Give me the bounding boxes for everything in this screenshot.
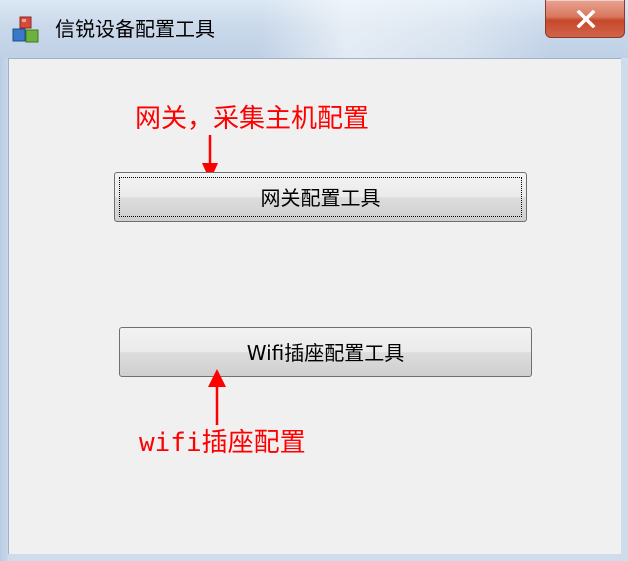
close-icon [576,10,596,28]
wifi-socket-config-button-label: Wifi插座配置工具 [246,341,405,365]
gateway-config-button-label: 网关配置工具 [260,186,381,210]
wifi-arrow-icon [208,369,226,425]
title-bar-glass [260,0,550,58]
title-bar[interactable]: 信锐设备配置工具 [0,0,628,58]
close-button[interactable] [545,0,625,38]
window-frame-left [0,58,8,561]
wifi-annotation: wifi插座配置 [139,428,306,458]
window-title: 信锐设备配置工具 [55,17,215,41]
gateway-config-button[interactable]: 网关配置工具 [114,172,527,222]
app-blocks-icon [12,16,39,43]
gateway-annotation: 网关，采集主机配置 [135,104,370,134]
main-window: 信锐设备配置工具 网关，采集主机配置 网关配置工具 Wifi插座配置工具 wif… [0,0,628,561]
wifi-socket-config-button[interactable]: Wifi插座配置工具 [119,327,532,377]
dialog-client-area: 网关，采集主机配置 网关配置工具 Wifi插座配置工具 wifi插座配置 [8,58,621,554]
